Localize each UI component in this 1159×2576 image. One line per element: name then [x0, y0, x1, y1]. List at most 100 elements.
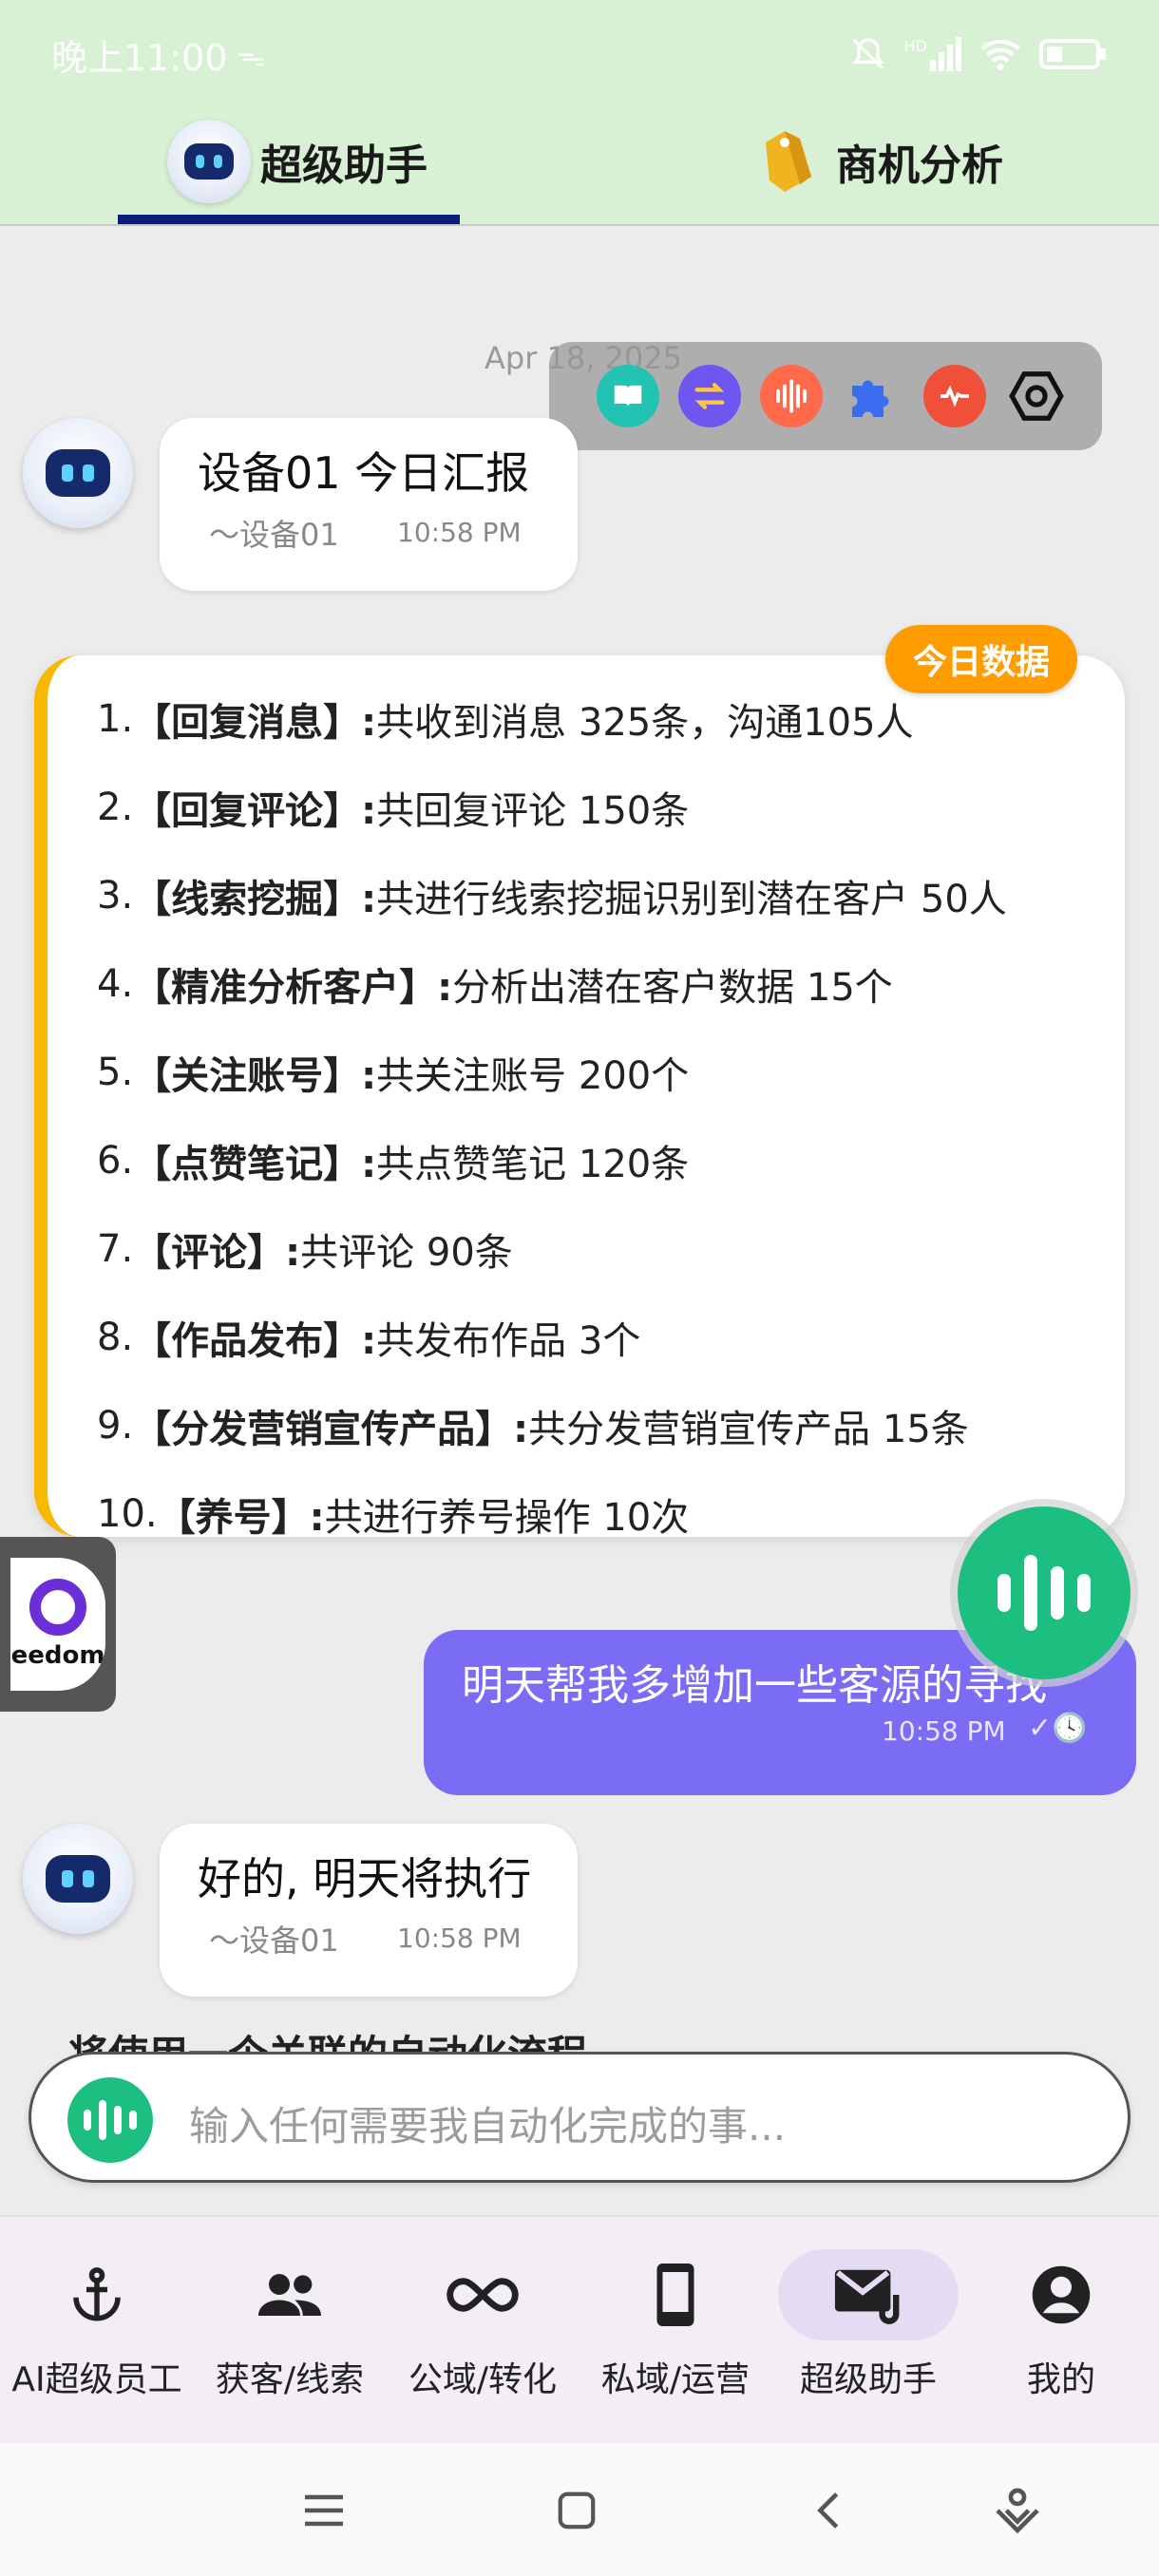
- today-data-badge: 今日数据: [885, 625, 1077, 693]
- tab-opportunity-analysis[interactable]: 商机分析: [750, 104, 1003, 218]
- nav-public-conversion[interactable]: 公域/转化: [386, 2249, 580, 2411]
- infinity-icon: [446, 2278, 519, 2312]
- report-item: 9. 【分发营销宣传产品】: 共分发营销宣传产品 15条: [97, 1381, 1007, 1469]
- report-item-title: 【养号】:: [157, 1495, 325, 1538]
- people-icon: [258, 2274, 321, 2316]
- report-item-desc: 共收到消息 325条，沟通105人: [376, 700, 914, 745]
- back-icon[interactable]: [796, 2477, 863, 2544]
- nav-label: 获客/线索: [215, 2360, 365, 2399]
- floating-app-shortcut[interactable]: eedom: [0, 1537, 116, 1712]
- received-message[interactable]: 好的, 明天将执行 ～设备01 10:58 PM: [160, 1824, 578, 1997]
- report-item-number: 8.: [97, 1315, 134, 1359]
- report-item-title: 【点赞笔记】:: [133, 1142, 377, 1186]
- mute-bell-icon: [852, 38, 884, 70]
- book-icon[interactable]: [597, 365, 659, 427]
- report-item-title: 【作品发布】:: [133, 1318, 377, 1363]
- nav-private-ops[interactable]: 私域/运营: [579, 2249, 772, 2411]
- report-item-number: 10.: [97, 1491, 158, 1536]
- report-item-desc: 共进行线索挖掘识别到潜在客户 50人: [376, 877, 1007, 921]
- report-item-title: 【分发营销宣传产品】:: [133, 1407, 529, 1451]
- report-item: 6. 【点赞笔记】: 共点赞笔记 120条: [97, 1116, 1007, 1204]
- report-item-title: 【评论】:: [133, 1230, 301, 1275]
- report-item: 7. 【评论】: 共评论 90条: [97, 1204, 1007, 1293]
- swap-icon[interactable]: [678, 365, 741, 427]
- voice-wave-icon[interactable]: [760, 365, 823, 427]
- status-time: 晚上11:00: [51, 36, 228, 79]
- mic-icon[interactable]: [67, 2077, 153, 2163]
- message-time: 10:58 PM: [397, 1923, 522, 1954]
- nav-super-assistant[interactable]: 超级助手: [771, 2249, 965, 2411]
- message-text: 设备01 今日汇报: [198, 447, 530, 499]
- command-input[interactable]: 输入任何需要我自动化完成的事...: [28, 2052, 1130, 2183]
- menu-icon[interactable]: [291, 2477, 357, 2544]
- report-item-desc: 共发布作品 3个: [376, 1318, 641, 1363]
- report-item-desc: 共点赞笔记 120条: [376, 1142, 690, 1186]
- nav-lead-gen[interactable]: 获客/线索: [193, 2249, 387, 2411]
- message-time: 10:58 PM: [882, 1715, 1006, 1747]
- report-item-number: 4.: [97, 961, 134, 1006]
- pending-check-icon: ✓🕓: [1028, 1712, 1088, 1745]
- message-sender: ～设备01: [209, 517, 339, 553]
- report-item-title: 【回复评论】:: [133, 788, 377, 833]
- tag-icon: [766, 131, 811, 192]
- nav-label: AI超级员工: [11, 2360, 182, 2399]
- report-item-desc: 共评论 90条: [300, 1230, 513, 1275]
- nav-ai-employee[interactable]: AI超级员工: [0, 2249, 194, 2411]
- bot-avatar[interactable]: [23, 418, 133, 528]
- report-item-desc: 共回复评论 150条: [376, 788, 690, 833]
- report-item-desc: 分析出潜在客户数据 15个: [452, 965, 893, 1010]
- report-item: 10. 【养号】: 共进行养号操作 10次: [97, 1469, 1007, 1538]
- report-item: 5. 【关注账号】: 共关注账号 200个: [97, 1028, 1007, 1116]
- report-item: 2. 【回复评论】: 共回复评论 150条: [97, 763, 1007, 851]
- report-item-desc: 共进行养号操作 10次: [324, 1495, 690, 1538]
- received-message[interactable]: 设备01 今日汇报 ～设备01 10:58 PM: [160, 418, 578, 591]
- report-item-number: 1.: [97, 696, 134, 741]
- bot-avatar[interactable]: [23, 1824, 133, 1934]
- top-tabs: 超级助手 商机分析: [0, 104, 1159, 226]
- bottom-navigation: AI超级员工 获客/线索 公域/转化 私域/运营 超级助手 我的: [0, 2215, 1159, 2443]
- header: 晚上11:00 ᯓ HD 超级助手 商机分析: [0, 0, 1159, 226]
- settings-hex-icon[interactable]: [1005, 365, 1068, 427]
- report-item-title: 【精准分析客户】:: [133, 965, 453, 1010]
- floating-toolbar: [549, 342, 1102, 450]
- nav-label: 私域/运营: [600, 2360, 750, 2399]
- report-item-number: 6.: [97, 1138, 134, 1183]
- notification-icon: ᯓ: [237, 39, 266, 73]
- mail-attach-icon: [834, 2269, 900, 2324]
- header-divider: [0, 224, 1159, 226]
- report-item-number: 7.: [97, 1226, 134, 1271]
- assistant-icon[interactable]: [984, 2477, 1051, 2544]
- account-icon: [1032, 2265, 1091, 2324]
- message-time: 10:58 PM: [397, 517, 522, 548]
- report-item: 8. 【作品发布】: 共发布作品 3个: [97, 1293, 1007, 1381]
- report-list: 1. 【回复消息】: 共收到消息 325条，沟通105人 2. 【回复评论】: 共回复评论…: [97, 674, 1007, 1538]
- tab-label: 商机分析: [836, 142, 1003, 190]
- hd-label: HD: [903, 37, 927, 55]
- message-text: 明天帮我多增加一些客源的寻找: [462, 1661, 1047, 1710]
- monitor-chat-icon[interactable]: [923, 365, 986, 427]
- nav-profile[interactable]: 我的: [964, 2249, 1158, 2411]
- anchor-icon: [73, 2267, 121, 2321]
- puzzle-icon[interactable]: [842, 365, 904, 427]
- app-logo-text: eedom: [10, 1641, 105, 1670]
- wifi-icon: [980, 39, 1020, 70]
- home-icon[interactable]: [543, 2477, 610, 2544]
- partial-message-text: 将使用一个关联的自动化流程: [68, 2032, 588, 2055]
- report-item-title: 【线索挖掘】:: [133, 877, 377, 921]
- robot-icon: [167, 120, 251, 203]
- app-logo-icon: [29, 1579, 86, 1636]
- tab-super-assistant[interactable]: 超级助手: [167, 104, 428, 218]
- report-item-number: 2.: [97, 785, 134, 829]
- message-sender: ～设备01: [209, 1923, 339, 1959]
- message-text: 好的, 明天将执行: [198, 1853, 532, 1904]
- nav-label: 我的: [1026, 2360, 1095, 2399]
- report-item-number: 9.: [97, 1403, 134, 1448]
- report-item: 4. 【精准分析客户】: 分析出潜在客户数据 15个: [97, 939, 1007, 1028]
- input-placeholder: 输入任何需要我自动化完成的事...: [189, 2103, 787, 2150]
- battery-icon: [1039, 39, 1106, 69]
- report-item-number: 5.: [97, 1050, 134, 1094]
- report-item-desc: 共分发营销宣传产品 15条: [528, 1407, 969, 1451]
- voice-input-button[interactable]: [958, 1506, 1130, 1679]
- nav-label: 超级助手: [799, 2360, 937, 2399]
- report-item: 1. 【回复消息】: 共收到消息 325条，沟通105人: [97, 674, 1007, 763]
